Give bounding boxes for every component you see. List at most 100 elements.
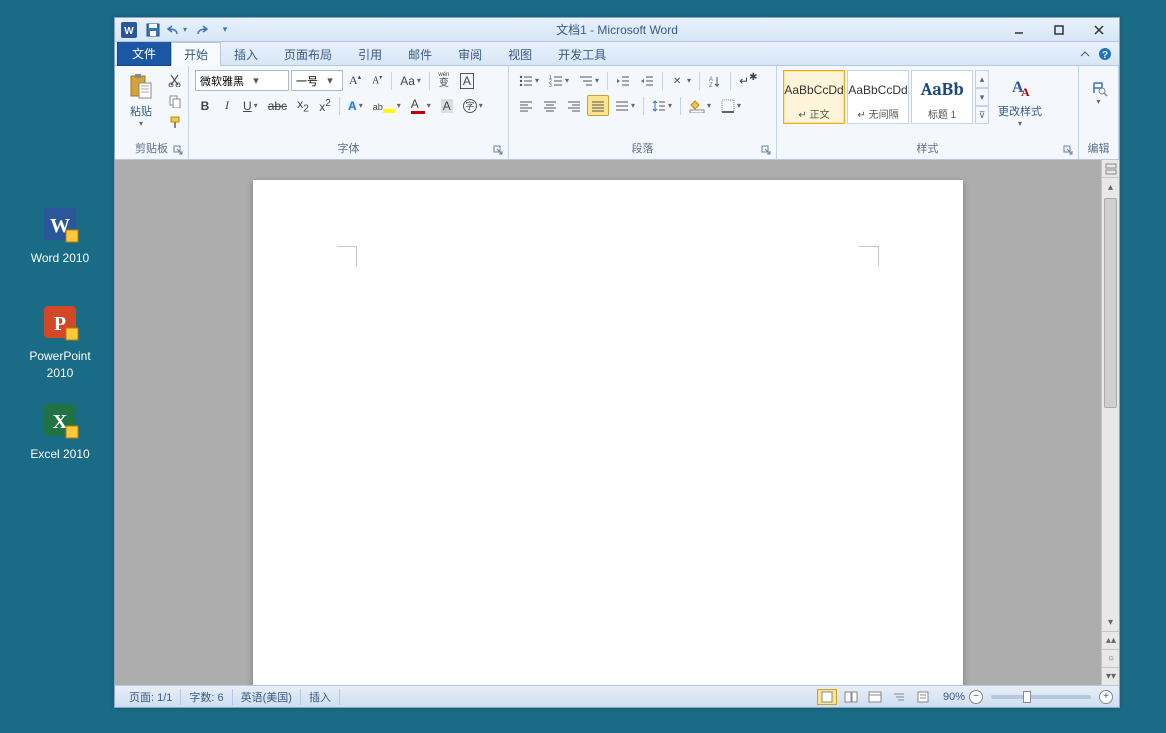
scroll-track[interactable] [1102, 196, 1119, 613]
view-full-screen-button[interactable] [841, 689, 861, 705]
redo-button[interactable] [191, 20, 211, 40]
align-left-button[interactable] [515, 95, 537, 116]
gallery-down-button[interactable]: ▾ [975, 88, 989, 106]
status-language[interactable]: 英语(美国) [233, 689, 301, 705]
line-spacing-button[interactable] [648, 95, 676, 116]
tab-insert[interactable]: 插入 [221, 42, 271, 66]
highlight-button[interactable]: ab [369, 95, 405, 116]
editing-button[interactable]: ▾ [1085, 70, 1113, 109]
help-button[interactable]: ? [1097, 46, 1113, 62]
char-shading-button[interactable]: A [437, 95, 457, 116]
paste-button[interactable]: 粘贴 ▾ [121, 70, 161, 131]
object-browser-button[interactable] [1102, 160, 1119, 178]
zoom-out-button[interactable]: − [969, 690, 983, 704]
page[interactable] [253, 180, 963, 685]
underline-button[interactable]: U [239, 95, 262, 116]
bullets-button[interactable] [515, 70, 543, 91]
scroll-thumb[interactable] [1104, 198, 1117, 408]
show-marks-button[interactable]: ↵✱ [735, 70, 761, 91]
tab-home[interactable]: 开始 [171, 42, 221, 67]
numbering-button[interactable]: 123 [545, 70, 573, 91]
clipboard-launcher[interactable] [173, 144, 185, 156]
change-case-button[interactable]: Aa [396, 70, 425, 91]
maximize-icon [1054, 25, 1064, 35]
prev-page-button[interactable]: ▴▴ [1102, 631, 1119, 649]
scroll-down-button[interactable]: ▾ [1102, 613, 1119, 631]
view-draft-button[interactable] [913, 689, 933, 705]
zoom-in-button[interactable]: + [1099, 690, 1113, 704]
status-word-count[interactable]: 字数: 6 [181, 689, 232, 705]
minimize-button[interactable] [999, 19, 1039, 41]
font-size-combo[interactable]: 一号▾ [291, 70, 343, 91]
status-page[interactable]: 页面: 1/1 [121, 689, 181, 705]
next-page-button[interactable]: ▾▾ [1102, 667, 1119, 685]
phonetic-guide-button[interactable]: 变wén [434, 70, 454, 91]
char-border-button[interactable]: A [456, 70, 478, 91]
status-insert-mode[interactable]: 插入 [301, 689, 340, 705]
zoom-slider[interactable] [991, 695, 1091, 699]
undo-button[interactable]: ▾ [167, 20, 187, 40]
save-button[interactable] [143, 20, 163, 40]
italic-button[interactable]: I [217, 95, 237, 116]
desktop-icon-word[interactable]: W Word 2010 [15, 204, 105, 267]
multilevel-list-button[interactable] [575, 70, 603, 91]
document-viewport[interactable] [115, 160, 1101, 685]
text-effects-button[interactable]: A [344, 95, 367, 116]
multilevel-icon [579, 75, 593, 87]
change-styles-icon: AA [1007, 74, 1033, 100]
increase-indent-button[interactable] [636, 70, 658, 91]
cut-button[interactable] [165, 70, 185, 89]
desktop-icon-label: PowerPoint 2010 [15, 348, 105, 382]
zoom-level[interactable]: 90% [943, 691, 965, 703]
view-print-layout-button[interactable] [817, 689, 837, 705]
justify-button[interactable] [587, 95, 609, 116]
view-outline-button[interactable] [889, 689, 909, 705]
tab-developer[interactable]: 开发工具 [545, 42, 619, 66]
style-heading-1[interactable]: AaBb 标题 1 [911, 70, 973, 124]
copy-button[interactable] [165, 91, 185, 110]
desktop-icon-excel[interactable]: X Excel 2010 [15, 400, 105, 463]
tab-view[interactable]: 视图 [495, 42, 545, 66]
shrink-font-button[interactable]: A▾ [367, 70, 387, 91]
text-direction-button[interactable]: ✕ [667, 70, 695, 91]
tab-file[interactable]: 文件 [117, 41, 171, 66]
font-family-combo[interactable]: 微软雅黑▾ [195, 70, 289, 91]
app-icon[interactable]: W [119, 20, 139, 40]
desktop-icon-powerpoint[interactable]: P PowerPoint 2010 [15, 302, 105, 382]
view-web-layout-button[interactable] [865, 689, 885, 705]
styles-launcher[interactable] [1063, 144, 1075, 156]
superscript-button[interactable]: x2 [315, 95, 335, 116]
gallery-up-button[interactable]: ▴ [975, 70, 989, 88]
subscript-button[interactable]: x2 [293, 95, 313, 116]
decrease-indent-button[interactable] [612, 70, 634, 91]
paragraph-launcher[interactable] [761, 144, 773, 156]
zoom-slider-thumb[interactable] [1023, 691, 1031, 703]
tab-mailings[interactable]: 邮件 [395, 42, 445, 66]
grow-font-button[interactable]: A▴ [345, 70, 365, 91]
qat-customize-button[interactable]: ▾ [215, 20, 235, 40]
style-normal[interactable]: AaBbCcDd ↵ 正文 [783, 70, 845, 124]
shading-button[interactable] [685, 95, 715, 116]
gallery-more-button[interactable]: ⊽ [975, 106, 989, 124]
minimize-ribbon-button[interactable] [1077, 46, 1093, 62]
align-center-button[interactable] [539, 95, 561, 116]
format-painter-button[interactable] [165, 112, 185, 131]
tab-page-layout[interactable]: 页面布局 [271, 42, 345, 66]
change-styles-button[interactable]: AA 更改样式 ▾ [993, 70, 1047, 131]
scroll-up-button[interactable]: ▴ [1102, 178, 1119, 196]
enclose-char-button[interactable]: 字 [459, 95, 487, 116]
select-browse-button[interactable]: ○ [1102, 649, 1119, 667]
distributed-button[interactable] [611, 95, 639, 116]
close-button[interactable] [1079, 19, 1119, 41]
sort-button[interactable]: AZ [704, 70, 726, 91]
align-right-button[interactable] [563, 95, 585, 116]
style-no-spacing[interactable]: AaBbCcDd ↵ 无间隔 [847, 70, 909, 124]
font-launcher[interactable] [493, 144, 505, 156]
bold-button[interactable]: B [195, 95, 215, 116]
font-color-button[interactable]: A [407, 95, 435, 116]
strikethrough-button[interactable]: abc [264, 95, 291, 116]
tab-review[interactable]: 审阅 [445, 42, 495, 66]
maximize-button[interactable] [1039, 19, 1079, 41]
tab-references[interactable]: 引用 [345, 42, 395, 66]
borders-button[interactable] [717, 95, 745, 116]
